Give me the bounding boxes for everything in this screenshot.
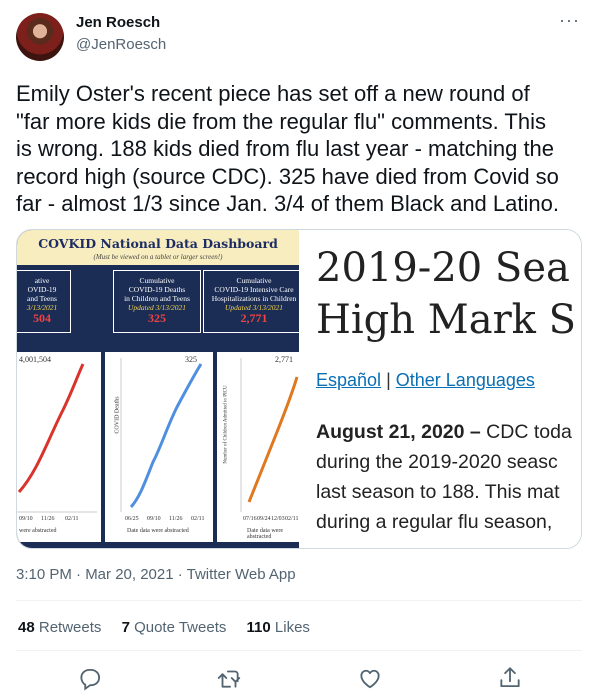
series-line [247,376,299,503]
retweets-label: Retweets [38,619,102,636]
y-axis-label: COVID Deaths [114,396,121,434]
headline-line: High Mark S [316,297,577,343]
tweet-media[interactable]: COVKID National Data Dashboard (Must be … [16,229,582,549]
tweet-line: far - almost 1/3 since Jan. 3/4 of them … [16,191,559,216]
quotes-count: 7 [121,619,130,636]
series-line [17,363,85,494]
user-handle[interactable]: @JenRoesch [76,36,166,53]
card-line: COVID-19 Deaths [128,285,186,294]
x-caption: Date data were abstracted [247,528,283,540]
body-line: August 21, 2020 – CDC toda [316,417,572,447]
tweet-line: is wrong. 188 kids died from flu last ye… [16,136,555,161]
retweets-count: 48 [18,619,35,636]
link-other-languages[interactable]: Other Languages [396,370,535,390]
avatar[interactable] [16,13,64,61]
share-icon[interactable] [497,665,523,691]
dashboard-subtitle: (Must be viewed on a tablet or larger sc… [93,253,223,261]
x-tick: 09/10 [19,516,33,522]
stat-card: Cumulative COVID-19 Intensive Care Hospi… [203,270,305,333]
card-line: Hospitalizations in Children [211,294,297,303]
x-tick: 07/16 [243,516,257,522]
retweets-stat[interactable]: 48 Retweets [18,619,101,636]
quotes-label: Quote Tweets [134,619,227,636]
x-tick: 11/26 [169,516,183,522]
chart-svg [240,358,299,512]
article-date: August 21, 2020 – [316,421,481,443]
card-line: ative [34,276,50,285]
chart-panel: 325 COVID Deaths 06/25 09/10 11/26 02/11… [105,352,213,542]
x-tick: 11/26 [41,516,55,522]
cdc-article-image[interactable]: 2019-20 Sea High Mark S Español | Other … [299,230,581,548]
y-axis-label: Number of Children Admitted to PICU [223,385,229,464]
stat-card: Cumulative COVID-19 Deaths in Children a… [113,270,201,333]
cdc-body: August 21, 2020 – CDC toda during the 20… [316,417,572,537]
tweet-text: Emily Oster's recent piece has set off a… [16,80,586,218]
reply-icon[interactable] [77,665,103,691]
link-separator: | [386,370,391,390]
cdc-headline: 2019-20 Sea High Mark S [316,242,576,346]
chart-panel: 2,771 Number of Children Admitted to PIC… [217,352,299,542]
divider [16,650,582,651]
likes-label: Likes [274,619,310,636]
body-line: last season to 188. This mat [316,481,560,503]
more-icon[interactable]: ··· [559,10,580,31]
card-line: Cumulative [139,276,175,285]
covkid-dashboard-image[interactable]: COVKID National Data Dashboard (Must be … [17,230,305,548]
tweet-line: record high (source CDC). 325 have died … [16,163,559,189]
card-line: Cumulative [236,276,272,285]
likes-count: 110 [246,619,271,636]
action-bar [0,665,598,691]
like-icon[interactable] [357,665,383,691]
tweet-timestamp[interactable]: 3:10 PM · Mar 20, 2021 · Twitter Web App [16,566,296,583]
chart-panel: 4,001,504 09/10 11/26 02/11 were abstrac… [17,352,101,542]
x-tick: 09/24 [257,516,271,522]
panel-label: 4,001,504 [19,355,51,364]
language-links: Español | Other Languages [316,370,535,391]
panel-label: 2,771 [275,355,293,364]
chart-svg [120,358,203,512]
body-text: CDC toda [480,421,572,443]
tweet-line: Emily Oster's recent piece has set off a… [16,81,530,106]
card-value: 325 [148,311,166,325]
quotes-stat[interactable]: 7 Quote Tweets [122,619,227,636]
divider [16,600,582,601]
panel-label: 325 [185,355,197,364]
retweet-icon[interactable] [216,665,242,691]
body-line: during the 2019-2020 seasc [316,451,558,473]
body-line: during a regular flu season, [316,511,553,533]
tweet-line: "far more kids die from the regular flu"… [16,108,546,134]
card-value: 2,771 [240,311,268,325]
card-line: and Teens [27,294,57,303]
x-caption: Date data were abstracted [127,528,189,534]
x-tick: 02/11 [65,516,79,522]
card-value: 504 [33,311,51,325]
series-line [129,363,203,509]
x-tick: 06/25 [125,516,139,522]
stat-card: ative OVID-19 and Teens 3/13/2021 504 [17,270,71,333]
x-tick: 02/11 [285,516,299,522]
card-line: in Children and Teens [124,294,190,303]
card-line: OVID-19 [27,285,57,294]
x-tick: 02/11 [191,516,205,522]
likes-stat[interactable]: 110 Likes [247,619,310,636]
card-line: COVID-19 Intensive Care [214,285,294,294]
x-tick: 09/10 [147,516,161,522]
dashboard-title: COVKID National Data Dashboard [38,236,278,251]
link-espanol[interactable]: Español [316,370,381,390]
user-name[interactable]: Jen Roesch [76,14,160,31]
x-caption: were abstracted [19,528,57,534]
chart-svg [17,363,97,513]
headline-line: 2019-20 Sea [316,245,570,291]
engagement-stats: 48 Retweets 7 Quote Tweets 110 Likes [18,619,326,636]
dashboard-banner: COVKID National Data Dashboard (Must be … [17,230,299,265]
x-tick: 12/03 [271,516,285,522]
